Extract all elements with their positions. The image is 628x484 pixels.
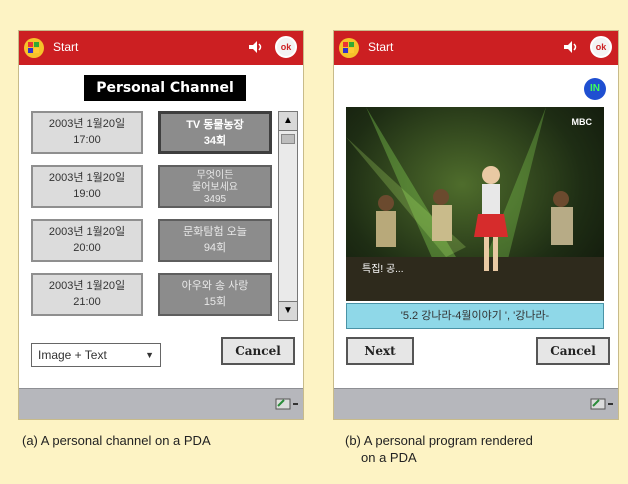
in-badge-icon[interactable]: IN	[584, 78, 606, 100]
pda-personal-channel: Start ok Personal Channel 2003년 1월20일 17…	[18, 30, 304, 420]
slot-time: 17:00	[73, 134, 101, 146]
windows-start-icon[interactable]	[338, 37, 360, 59]
dropdown-caret-icon: ▼	[145, 350, 154, 360]
start-label[interactable]: Start	[53, 40, 78, 54]
scroll-up-icon[interactable]: ▲	[279, 112, 297, 131]
keyboard-input-icon[interactable]	[590, 396, 614, 412]
video-frame[interactable]: MBC 특집! 공...	[346, 107, 604, 301]
figure-caption-b-line2: on a PDA	[361, 450, 417, 465]
slot-date: 2003년 1월20일	[48, 226, 126, 238]
slot-time: 19:00	[73, 188, 101, 200]
figure-caption-b: (b) A personal program rendered on a PDA	[345, 432, 533, 466]
slot-time: 20:00	[73, 242, 101, 254]
program-button[interactable]: 아우와 송 사랑 15회	[158, 273, 272, 316]
start-label[interactable]: Start	[368, 40, 393, 54]
speaker-icon[interactable]	[247, 39, 263, 55]
page-title: Personal Channel	[84, 75, 246, 101]
program-episode: 94회	[203, 242, 227, 254]
input-bar	[19, 388, 303, 419]
channel-logo: MBC	[571, 117, 593, 127]
program-episode: 3495	[203, 194, 227, 205]
schedule-time-slot: 2003년 1월20일 17:00	[31, 111, 143, 154]
scroll-down-icon[interactable]: ▼	[279, 301, 297, 320]
slot-date: 2003년 1월20일	[48, 118, 126, 130]
schedule-time-slot: 2003년 1월20일 21:00	[31, 273, 143, 316]
program-title-cont: 물어보세요	[192, 182, 238, 193]
speaker-icon[interactable]	[562, 39, 578, 55]
cancel-button[interactable]: Cancel	[221, 337, 295, 365]
slot-time: 21:00	[73, 296, 101, 308]
program-episode: 15회	[203, 296, 227, 308]
title-bar: Start ok	[334, 31, 618, 65]
input-bar	[334, 388, 618, 419]
cancel-button[interactable]: Cancel	[536, 337, 610, 365]
slot-date: 2003년 1월20일	[48, 172, 126, 184]
windows-start-icon[interactable]	[23, 37, 45, 59]
keyboard-input-icon[interactable]	[275, 396, 299, 412]
display-mode-value: Image + Text	[38, 348, 107, 362]
program-title: 아우와 송 사랑	[181, 280, 249, 292]
program-episode: 34회	[203, 135, 227, 147]
program-title: 무엇이든	[196, 170, 234, 181]
vertical-scrollbar[interactable]: ▲ ▼	[278, 111, 298, 321]
schedule-time-slot: 2003년 1월20일 19:00	[31, 165, 143, 208]
program-title: 문화탐험 오늘	[183, 226, 247, 238]
program-title: TV 동물농장	[186, 119, 244, 131]
program-caption-bar: '5.2 강나라-4월이야기 ', '강나라-	[346, 303, 604, 329]
ok-close-icon[interactable]: ok	[275, 36, 297, 58]
title-bar: Start ok	[19, 31, 303, 65]
video-subtitle: 특집! 공...	[362, 264, 404, 275]
next-button[interactable]: Next	[346, 337, 414, 365]
schedule-time-slot: 2003년 1월20일 20:00	[31, 219, 143, 262]
pda-program-viewer: Start ok IN MBC 특집! 공... '5.2 강나라-4월이야기 …	[333, 30, 619, 420]
program-button[interactable]: 문화탐험 오늘 94회	[158, 219, 272, 262]
figure-caption-b-line1: (b) A personal program rendered	[345, 433, 533, 448]
display-mode-select[interactable]: Image + Text ▼	[31, 343, 161, 367]
program-button[interactable]: 무엇이든 물어보세요 3495	[158, 165, 272, 208]
program-button[interactable]: TV 동물농장 34회	[158, 111, 272, 154]
scroll-thumb[interactable]	[281, 134, 295, 144]
ok-close-icon[interactable]: ok	[590, 36, 612, 58]
slot-date: 2003년 1월20일	[48, 280, 126, 292]
figure-caption-a: (a) A personal channel on a PDA	[22, 433, 211, 448]
